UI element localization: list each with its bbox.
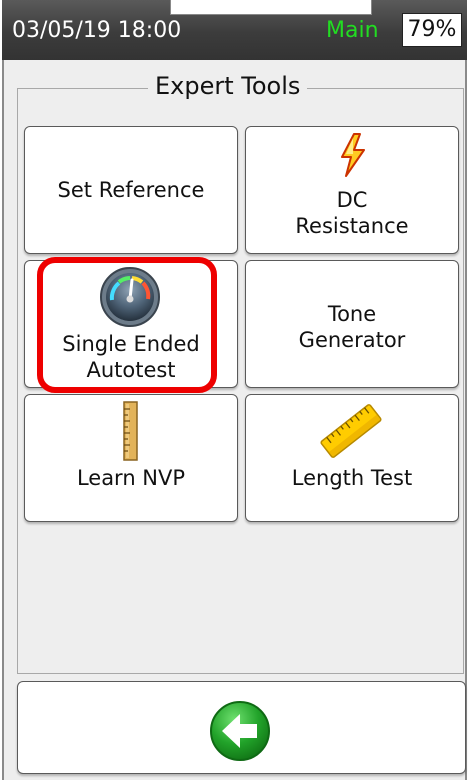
status-datetime: 03/05/19 18:00 <box>12 18 182 43</box>
status-mode[interactable]: Main <box>326 18 379 43</box>
set-reference-label: Set Reference <box>57 178 205 202</box>
back-arrow-icon[interactable] <box>209 700 271 762</box>
dc-resistance-button[interactable]: DC Resistance <box>245 126 459 254</box>
learn-nvp-button[interactable]: Learn NVP <box>24 394 238 522</box>
set-reference-button[interactable]: Set Reference <box>24 126 238 254</box>
ruler-diagonal-icon <box>320 404 382 458</box>
dc-resistance-label: DC Resistance <box>295 188 409 238</box>
length-test-button[interactable]: Length Test <box>245 394 459 522</box>
battery-indicator: 79% <box>402 13 462 47</box>
learn-nvp-label: Learn NVP <box>76 466 186 490</box>
selection-highlight <box>37 257 217 393</box>
group-title: Expert Tools <box>148 72 308 100</box>
length-test-label: Length Test <box>291 466 413 490</box>
tone-generator-label: Tone Generator <box>298 302 406 352</box>
ruler-vertical-icon <box>123 401 138 461</box>
status-notch <box>170 0 372 15</box>
tone-generator-button[interactable]: Tone Generator <box>245 260 459 388</box>
lightning-bolt-icon <box>341 133 365 177</box>
